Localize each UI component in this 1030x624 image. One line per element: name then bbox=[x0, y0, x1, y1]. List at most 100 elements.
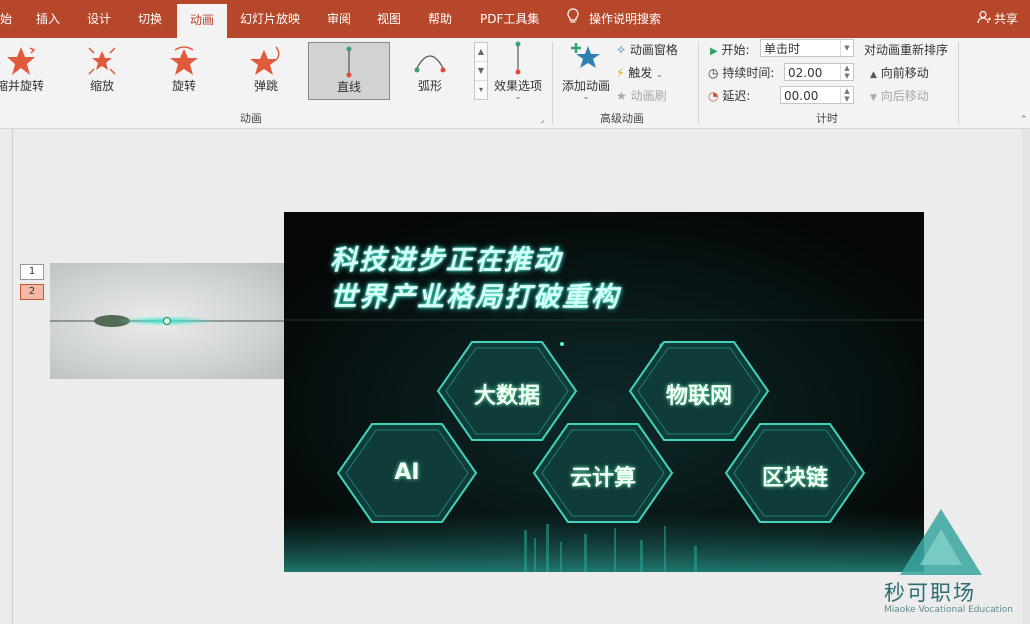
arrow-down-icon: ▼ bbox=[870, 93, 877, 103]
animation-painter-label: 动画刷 bbox=[630, 89, 667, 103]
gallery-label: 缩并旋转 bbox=[0, 79, 44, 93]
move-earlier-label: 向前移动 bbox=[880, 66, 929, 80]
group-advanced-label: 高级动画 bbox=[600, 112, 644, 125]
slide-canvas[interactable]: 科技进步正在推动 世界产业格局打破重构 大数据 物联网 AI 云计算 区块链 bbox=[284, 212, 924, 572]
animation-pane-button[interactable]: ✧ 动画窗格 bbox=[616, 41, 678, 58]
reorder-label: 对动画重新排序 bbox=[864, 43, 949, 57]
tab-view[interactable]: 视图 bbox=[377, 0, 401, 38]
hex-label: 区块链 bbox=[761, 466, 828, 491]
group-timing-label: 计时 bbox=[816, 112, 838, 125]
person-icon bbox=[977, 1, 991, 39]
spinner-icon[interactable]: ▲ ▼ bbox=[840, 64, 853, 80]
add-animation-button[interactable]: 添加动画 ⌄ bbox=[558, 40, 614, 104]
spin-star-icon bbox=[167, 44, 201, 81]
animation-pane-icon: ✧ bbox=[616, 43, 627, 57]
divider bbox=[958, 42, 959, 124]
arrow-up-icon: ▲ bbox=[870, 70, 877, 80]
start-value: 单击时 bbox=[764, 42, 801, 56]
watermark-logo bbox=[896, 507, 986, 577]
scroll-down-icon[interactable]: ▼ bbox=[475, 62, 487, 81]
watermark-subtitle: Miaoke Vocational Education bbox=[884, 605, 1013, 615]
gallery-item-shrink-spin[interactable]: 缩并旋转 bbox=[0, 42, 60, 98]
move-earlier-button[interactable]: ▲ 向前移动 bbox=[870, 64, 929, 81]
start-label: 开始: bbox=[721, 43, 750, 57]
tab-start[interactable]: 始 bbox=[0, 0, 12, 38]
bounce-star-icon bbox=[249, 44, 283, 81]
collapse-ribbon-icon[interactable]: ⌃ bbox=[1020, 115, 1028, 125]
slide-title-line1[interactable]: 科技进步正在推动 bbox=[330, 238, 562, 277]
trigger-label: 触发 bbox=[628, 66, 653, 80]
duration-row: ◷ 持续时间: bbox=[708, 64, 774, 81]
gallery-label: 旋转 bbox=[171, 79, 196, 93]
painter-icon: ★ bbox=[616, 89, 627, 103]
delay-field[interactable]: 00.00 ▲ ▼ bbox=[780, 86, 854, 104]
effect-options-icon bbox=[512, 40, 524, 79]
add-animation-star-icon bbox=[569, 40, 603, 77]
start-select[interactable]: 单击时 ▼ bbox=[760, 39, 854, 57]
gallery-item-bounce[interactable]: 弹跳 bbox=[226, 42, 306, 98]
divider bbox=[12, 129, 13, 624]
share-label: 共享 bbox=[993, 12, 1018, 26]
effect-options-button[interactable]: 效果选项 ⌄ bbox=[490, 40, 546, 104]
arc-path-icon bbox=[413, 48, 447, 77]
hex-label: 大数据 bbox=[473, 384, 540, 409]
group-animation-label: 动画 bbox=[240, 112, 262, 125]
animation-tag[interactable]: 1 bbox=[20, 264, 44, 280]
tab-animations[interactable]: 动画 bbox=[177, 4, 227, 38]
animation-pane-label: 动画窗格 bbox=[629, 43, 678, 57]
watermark-brand: 秒可职场 bbox=[884, 581, 976, 605]
hex-label: 云计算 bbox=[569, 466, 636, 491]
share-button[interactable]: 共享 bbox=[977, 0, 1018, 38]
animation-tag-selected[interactable]: 2 bbox=[20, 284, 44, 300]
gallery-item-spin[interactable]: 旋转 bbox=[144, 42, 224, 98]
slide-title-line2[interactable]: 世界产业格局打破重构 bbox=[330, 275, 620, 314]
move-later-button[interactable]: ▼ 向后移动 bbox=[870, 87, 929, 104]
tell-me-search[interactable]: 操作说明搜索 bbox=[566, 0, 661, 38]
tab-pdf-tools[interactable]: PDF工具集 bbox=[480, 0, 539, 38]
ribbon: 缩并旋转 缩放 旋转 弹跳 直线 弧形 ▲ ▼ ▾ 效果选项 ⌄ 动画 ⌟ 添加… bbox=[0, 38, 1030, 129]
vertical-scrollbar[interactable] bbox=[1022, 129, 1030, 624]
scroll-up-icon[interactable]: ▲ bbox=[475, 43, 487, 62]
tab-review[interactable]: 审阅 bbox=[327, 0, 351, 38]
tab-design[interactable]: 设计 bbox=[87, 0, 111, 38]
hex-blockchain[interactable]: 区块链 bbox=[724, 422, 866, 524]
gallery-scroll[interactable]: ▲ ▼ ▾ bbox=[474, 42, 488, 100]
animation-gallery: 缩并旋转 缩放 旋转 弹跳 直线 弧形 bbox=[0, 40, 472, 100]
animation-painter-button[interactable]: ★ 动画刷 bbox=[616, 87, 667, 104]
line-path-icon bbox=[343, 45, 355, 82]
gallery-label: 缩放 bbox=[89, 79, 114, 93]
tab-transitions[interactable]: 切换 bbox=[138, 0, 162, 38]
spinner-icon[interactable]: ▲ ▼ bbox=[840, 87, 853, 103]
gallery-item-arc[interactable]: 弧形 bbox=[390, 42, 470, 98]
tab-insert[interactable]: 插入 bbox=[36, 0, 60, 38]
shrink-spin-star-icon bbox=[4, 44, 38, 81]
play-icon: ▶ bbox=[710, 46, 718, 57]
divider bbox=[698, 42, 699, 124]
gallery-item-zoom[interactable]: 缩放 bbox=[62, 42, 142, 98]
zoom-star-icon bbox=[85, 44, 119, 81]
duration-field[interactable]: 02.00 ▲ ▼ bbox=[784, 63, 854, 81]
hex-label: 物联网 bbox=[665, 384, 732, 409]
hex-cloud-computing[interactable]: 云计算 bbox=[532, 422, 674, 524]
animated-object-offslide[interactable] bbox=[50, 263, 284, 379]
move-later-label: 向后移动 bbox=[880, 89, 929, 103]
trigger-button[interactable]: ⚡ 触发 ⌄ bbox=[616, 64, 663, 81]
delay-icon: ◔ bbox=[708, 89, 719, 103]
gallery-more-icon[interactable]: ▾ bbox=[475, 81, 487, 99]
divider bbox=[552, 42, 553, 124]
chevron-down-icon: ⌄ bbox=[656, 70, 663, 79]
tab-help[interactable]: 帮助 bbox=[428, 0, 452, 38]
hex-label: AI bbox=[394, 460, 420, 485]
gallery-item-line[interactable]: 直线 bbox=[308, 42, 390, 100]
dialog-launcher-icon[interactable]: ⌟ bbox=[540, 115, 544, 125]
tab-slideshow[interactable]: 幻灯片放映 bbox=[240, 0, 300, 38]
search-label: 操作说明搜索 bbox=[589, 12, 662, 26]
duration-label: 持续时间: bbox=[722, 66, 775, 80]
gallery-label: 弧形 bbox=[417, 79, 442, 93]
hex-ai[interactable]: AI bbox=[336, 422, 478, 524]
gallery-label: 弹跳 bbox=[253, 79, 278, 93]
chevron-down-icon[interactable]: ▼ bbox=[840, 40, 853, 56]
duration-value: 02.00 bbox=[788, 66, 823, 80]
delay-row: ◔ 延迟: bbox=[708, 87, 750, 104]
delay-label: 延迟: bbox=[722, 89, 751, 103]
